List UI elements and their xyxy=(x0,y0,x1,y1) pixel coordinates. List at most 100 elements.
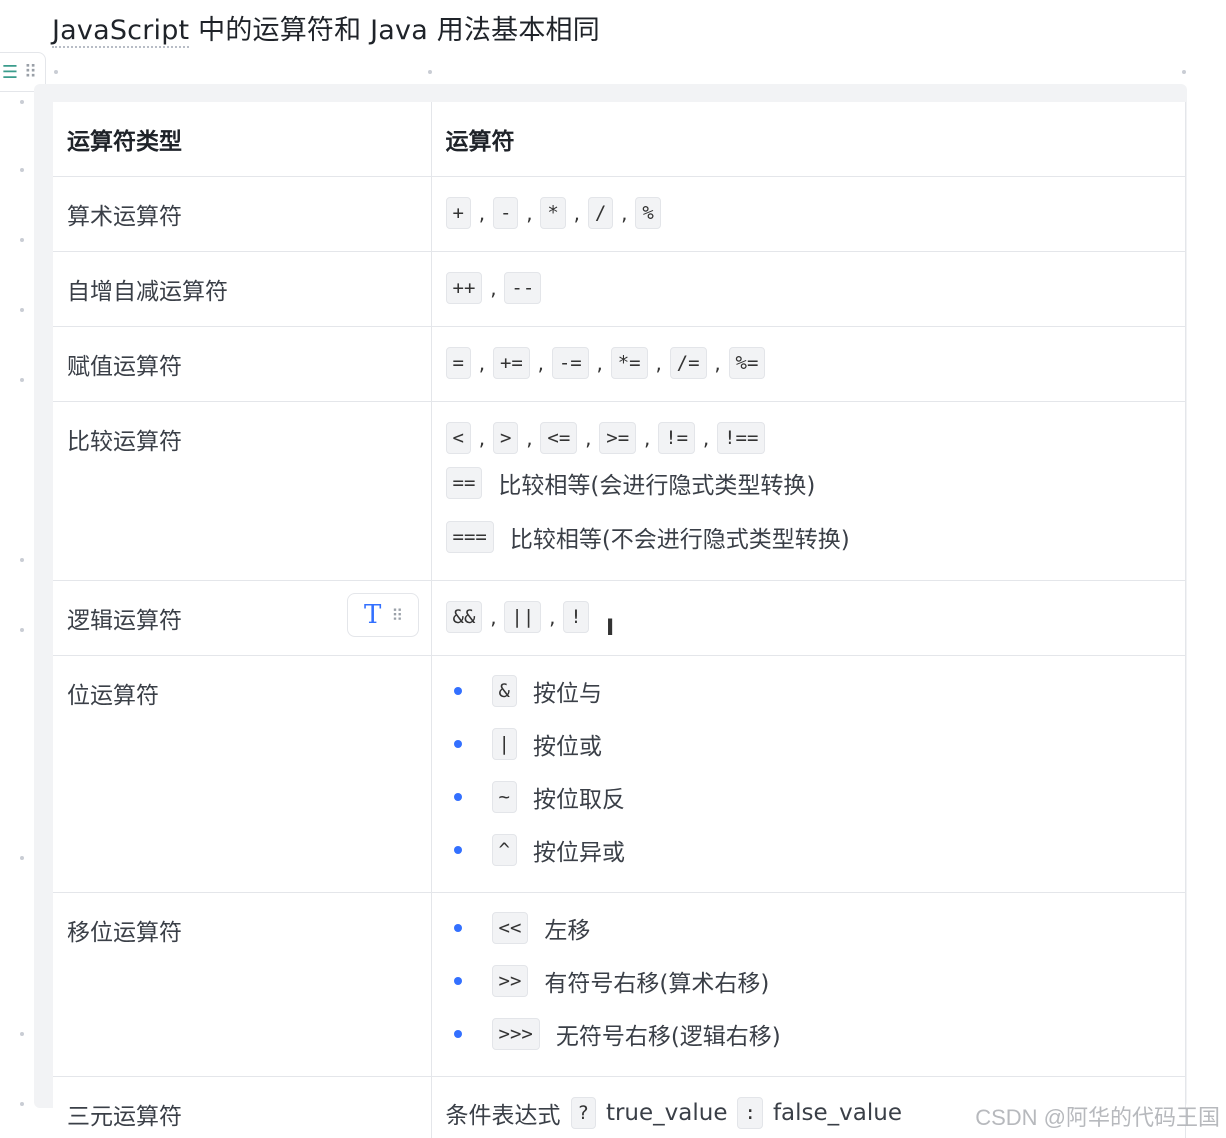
resize-marker[interactable] xyxy=(428,70,432,74)
cell-compare-label[interactable]: 比较运算符 xyxy=(53,401,432,581)
cell-shift-label[interactable]: 移位运算符 xyxy=(53,892,432,1077)
code-op: === xyxy=(445,521,494,553)
table-header-row: 运算符类型 运算符 xyxy=(53,102,1186,177)
page-heading: JavaScript 中的运算符和 Java 用法基本相同 xyxy=(52,8,600,48)
header-cell-operator[interactable]: 运算符 xyxy=(431,102,1186,177)
cell-compare-ops[interactable]: <, >, <=, >=, !=, !== == 比较相等(会进行隐式类型转换)… xyxy=(431,401,1186,581)
cell-assign-ops[interactable]: =, +=, -=, *=, /=, %= xyxy=(431,326,1186,402)
resize-marker[interactable] xyxy=(54,70,58,74)
list-item: << 左移 xyxy=(446,901,1172,954)
code-op: < xyxy=(445,422,471,454)
code-op: % xyxy=(635,197,661,229)
code-op: && xyxy=(445,601,483,633)
list-item: >> 有符号右移(算术右移) xyxy=(446,954,1172,1007)
table-row: 位运算符 & 按位与 | 按位或 ~ 按位取反 ^ 按位异或 xyxy=(53,655,1186,893)
code-op: || xyxy=(504,601,542,633)
code-op: !== xyxy=(717,422,766,454)
code-op: = xyxy=(445,347,471,379)
op-description: 按位异或 xyxy=(532,839,625,866)
watermark: CSDN @阿华的代码王国 xyxy=(975,1105,1220,1130)
table-row: 移位运算符 << 左移 >> 有符号右移(算术右移) >>> 无符号右移(逻辑右移) xyxy=(53,892,1186,1077)
cell-incdec-ops[interactable]: ++, -- xyxy=(431,251,1186,327)
code-op: + xyxy=(445,197,471,229)
cell-incdec-label[interactable]: 自增自减运算符 xyxy=(53,251,432,327)
code-op: /= xyxy=(669,347,707,379)
op-description: 无符号右移(逻辑右移) xyxy=(555,1023,781,1050)
code-op: ~ xyxy=(491,780,517,813)
cell-ternary-label[interactable]: 三元运算符 xyxy=(53,1076,432,1138)
heading-text: 中的运算符和 Java 用法基本相同 xyxy=(189,15,600,46)
op-description: 按位或 xyxy=(532,733,602,760)
code-op: <= xyxy=(540,422,578,454)
code-op: >> xyxy=(491,964,529,997)
code-op: - xyxy=(492,197,519,229)
heading-keyword[interactable]: JavaScript xyxy=(52,15,190,48)
cell-assign-label[interactable]: 赋值运算符 xyxy=(53,326,432,402)
list-item: ~ 按位取反 xyxy=(446,770,1172,823)
code-op: > xyxy=(492,422,519,454)
code-op: != xyxy=(658,422,696,454)
bullet-icon xyxy=(453,845,462,854)
list-item: & 按位与 xyxy=(446,664,1172,717)
row-toolbar[interactable]: T ⠿ xyxy=(346,593,419,637)
op-description: 比较相等(会进行隐式类型转换) xyxy=(498,473,816,499)
code-op: -= xyxy=(551,347,589,379)
op-description: 左移 xyxy=(544,917,591,944)
cell-bit-label[interactable]: 位运算符 xyxy=(53,655,432,893)
table-row: 逻辑运算符 T ⠿ &&, ||, ! xyxy=(53,580,1186,656)
table-row: 算术运算符 +, -, *, /, % xyxy=(53,176,1186,252)
bullet-icon xyxy=(453,976,462,985)
logic-label-text: 逻辑运算符 xyxy=(67,608,182,634)
code-op: ^ xyxy=(491,833,517,866)
cell-logic-ops[interactable]: &&, ||, ! xyxy=(431,580,1186,656)
code-op: >= xyxy=(599,422,637,454)
bullet-icon xyxy=(453,1029,462,1038)
header-cell-type[interactable]: 运算符类型 xyxy=(53,102,432,177)
cell-arith-ops[interactable]: +, -, *, /, % xyxy=(431,176,1186,252)
cell-arith-label[interactable]: 算术运算符 xyxy=(53,176,432,252)
bit-op-list: & 按位与 | 按位或 ~ 按位取反 ^ 按位异或 xyxy=(446,664,1172,876)
bullet-icon xyxy=(453,686,462,695)
cell-logic-label[interactable]: 逻辑运算符 T ⠿ xyxy=(53,580,432,656)
code-op: += xyxy=(492,347,530,379)
list-item: >>> 无符号右移(逻辑右移) xyxy=(446,1007,1172,1060)
op-description: 有符号右移(算术右移) xyxy=(544,970,770,997)
cell-shift-ops[interactable]: << 左移 >> 有符号右移(算术右移) >>> 无符号右移(逻辑右移) xyxy=(431,892,1186,1077)
op-description: 比较相等(不会进行隐式类型转换) xyxy=(509,527,850,553)
code-op: & xyxy=(491,674,517,707)
text-type-icon[interactable]: T xyxy=(364,600,381,630)
code-op: ++ xyxy=(445,272,483,304)
ternary-condition: 条件表达式 xyxy=(445,1103,561,1129)
grip-icon[interactable]: ⠿ xyxy=(24,62,37,83)
code-op: * xyxy=(540,197,566,229)
ternary-true-value: true_value xyxy=(605,1100,728,1126)
list-item: ^ 按位异或 xyxy=(446,823,1172,876)
operators-table-block: 运算符类型 运算符 算术运算符 +, -, *, /, % 自增自减运算符 ++… xyxy=(34,84,1187,1138)
row-gutter xyxy=(20,100,26,1106)
table-icon: ☰ xyxy=(1,61,18,83)
bullet-icon xyxy=(453,923,462,932)
code-op: ? xyxy=(570,1097,596,1129)
list-item: | 按位或 xyxy=(446,717,1172,770)
operators-table: 运算符类型 运算符 算术运算符 +, -, *, /, % 自增自减运算符 ++… xyxy=(53,102,1186,1138)
code-op: ! xyxy=(563,601,589,633)
text-cursor-icon: I xyxy=(606,616,615,641)
op-description: 按位取反 xyxy=(532,786,625,813)
bullet-icon xyxy=(453,739,462,748)
code-op: *= xyxy=(610,347,648,379)
cell-bit-ops[interactable]: & 按位与 | 按位或 ~ 按位取反 ^ 按位异或 xyxy=(431,655,1186,893)
code-op: : xyxy=(737,1097,763,1129)
code-op: << xyxy=(491,911,529,944)
ternary-false-value: false_value xyxy=(772,1100,902,1126)
resize-marker[interactable] xyxy=(1182,70,1186,74)
code-op: >>> xyxy=(491,1017,540,1050)
op-description: 按位与 xyxy=(532,680,602,707)
code-op: -- xyxy=(504,272,542,304)
code-op: == xyxy=(445,467,483,499)
grip-icon[interactable]: ⠿ xyxy=(391,606,403,625)
table-row: 赋值运算符 =, +=, -=, *=, /=, %= xyxy=(53,326,1186,402)
table-row: 比较运算符 <, >, <=, >=, !=, !== == 比较相等(会进行隐… xyxy=(53,401,1186,581)
code-op: %= xyxy=(728,347,766,379)
bullet-icon xyxy=(453,792,462,801)
shift-op-list: << 左移 >> 有符号右移(算术右移) >>> 无符号右移(逻辑右移) xyxy=(446,901,1172,1060)
